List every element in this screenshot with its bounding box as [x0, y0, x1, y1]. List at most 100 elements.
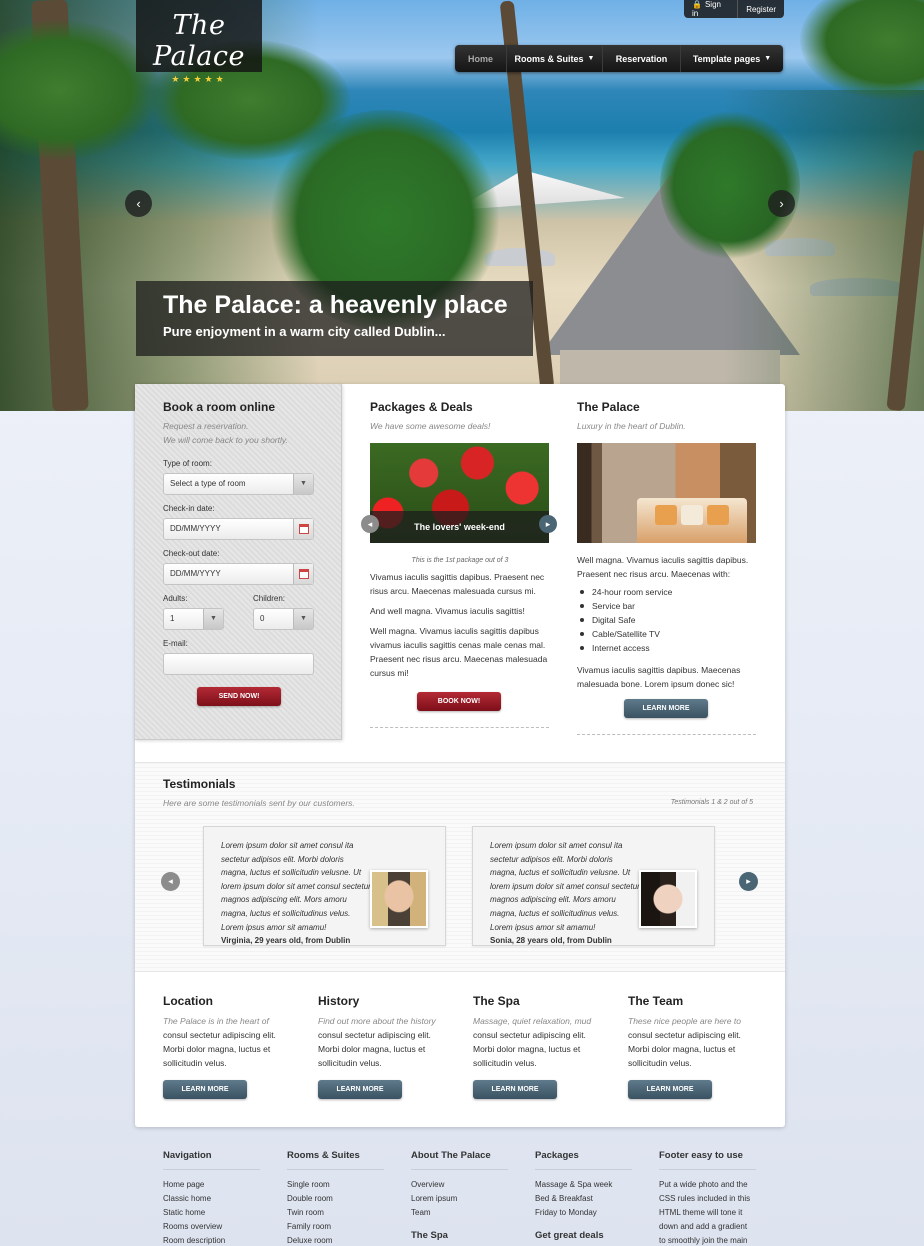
booking-subtitle-2: We will come back to you shortly. [163, 435, 288, 445]
list-item: Internet access [577, 641, 757, 655]
footer-link[interactable]: Static home [163, 1206, 260, 1220]
package-caption: The lovers' week-end [370, 511, 549, 543]
footer-link[interactable]: Home page [163, 1178, 260, 1192]
testimonial-text: Lorem ipsum dolor sit amet consul ita se… [490, 841, 640, 932]
nav-item-template-pages[interactable]: Template pages ▼ [681, 45, 783, 72]
adults-value: 1 [170, 614, 175, 623]
packages-paragraph-1: Vivamus iaculis sagittis dapibus. Praese… [370, 572, 545, 596]
divider [370, 727, 549, 728]
adults-select[interactable]: 1 ▼ [163, 608, 224, 630]
feature-body: consul sectetur adipiscing elit. Morbi d… [318, 1030, 431, 1068]
testimonial-card: Lorem ipsum dolor sit amet consul ita se… [203, 826, 446, 946]
testimonial-card: Lorem ipsum dolor sit amet consul ita se… [472, 826, 715, 946]
footer-heading: About The Palace [411, 1150, 508, 1170]
testimonial-prev-button[interactable]: ◂ [161, 872, 180, 891]
calendar-icon[interactable] [293, 519, 313, 539]
learn-more-button[interactable]: LEARN MORE [624, 699, 708, 718]
checkout-label: Check-out date: [163, 549, 220, 558]
nav-item-reservation[interactable]: Reservation [603, 45, 681, 72]
caret-down-icon: ▼ [587, 55, 595, 62]
footer-text-line: down and add a gradient [659, 1222, 748, 1231]
packages-section: Packages & Deals We have some awesome de… [370, 400, 550, 728]
amenity-label: Digital Safe [592, 615, 636, 625]
footer-link[interactable]: Friday to Monday [535, 1206, 632, 1220]
learn-more-button[interactable]: LEARN MORE [628, 1080, 712, 1099]
package-prev-button[interactable]: ◂ [361, 515, 379, 533]
send-now-button[interactable]: SEND NOW! [197, 687, 281, 706]
footer-link[interactable]: Team [411, 1206, 508, 1220]
footer-link[interactable]: Overview [411, 1178, 508, 1192]
testimonials-counter: Testimonials 1 & 2 out of 5 [670, 799, 753, 806]
email-label: E-mail: [163, 639, 188, 648]
adults-label: Adults: [163, 594, 188, 603]
feature-team: The Team These nice people are here to c… [628, 994, 758, 1099]
booking-subtitle-1: Request a reservation. [163, 421, 249, 431]
email-field[interactable] [163, 653, 314, 675]
checkout-date-input[interactable]: DD/MM/YYYY [163, 563, 314, 585]
learn-more-button[interactable]: LEARN MORE [473, 1080, 557, 1099]
feature-history: History Find out more about the history … [318, 994, 448, 1099]
register-link[interactable]: Register [738, 5, 784, 14]
learn-more-button[interactable]: LEARN MORE [163, 1080, 247, 1099]
calendar-icon[interactable] [293, 564, 313, 584]
nav-item-rooms-suites[interactable]: Rooms & Suites ▼ [507, 45, 603, 72]
footer-heading: Navigation [163, 1150, 260, 1170]
feature-title: Location [163, 994, 213, 1008]
footer-link[interactable]: Deluxe room [287, 1234, 384, 1246]
footer-link[interactable]: Room description [163, 1234, 260, 1246]
footer-column-rooms: Rooms & Suites Single room Double room T… [287, 1150, 384, 1246]
list-item: Digital Safe [577, 613, 757, 627]
package-counter: This is the 1st package out of 3 [411, 557, 509, 564]
testimonial-author: Virginia, 29 years old, from Dublin [221, 936, 351, 946]
checkin-date-input[interactable]: DD/MM/YYYY [163, 518, 314, 540]
footer-link[interactable]: Twin room [287, 1206, 384, 1220]
room-type-label: Type of room: [163, 459, 212, 468]
footer-subheading: Get great deals [535, 1230, 604, 1241]
amenity-label: Internet access [592, 643, 650, 653]
footer-link[interactable]: Rooms overview [163, 1220, 260, 1234]
footer-link[interactable]: Classic home [163, 1192, 260, 1206]
chevron-right-icon: › [779, 196, 784, 211]
pillow [707, 505, 729, 525]
footer-link[interactable]: Single room [287, 1178, 384, 1192]
footer-link[interactable]: Double room [287, 1192, 384, 1206]
packages-subtitle: We have some awesome deals! [370, 421, 491, 431]
site-logo[interactable]: The Palace ★★★★★ [136, 0, 262, 84]
sign-in-link[interactable]: 🔒 Sign in [684, 0, 737, 18]
testimonial-author: Sonia, 28 years old, from Dublin [490, 936, 612, 946]
children-select[interactable]: 0 ▼ [253, 608, 314, 630]
footer-column-navigation: Navigation Home page Classic home Static… [163, 1150, 260, 1246]
footer-subheading: The Spa [411, 1230, 448, 1241]
avatar [639, 870, 697, 928]
list-item: Cable/Satellite TV [577, 627, 757, 641]
caret-down-icon: ▼ [764, 55, 772, 62]
footer-link[interactable]: Massage & Spa week [535, 1178, 632, 1192]
testimonials-subtitle: Here are some testimonials sent by our c… [163, 798, 355, 808]
packages-title: Packages & Deals [370, 400, 473, 414]
slider-next-button[interactable]: › [768, 190, 795, 217]
book-now-button[interactable]: BOOK NOW! [417, 692, 501, 711]
hero-title: The Palace: a heavenly place [163, 291, 508, 319]
footer-link[interactable]: Family room [287, 1220, 384, 1234]
children-value: 0 [260, 614, 265, 623]
nav-item-home[interactable]: Home [455, 45, 507, 72]
feature-body: consul sectetur adipiscing elit. Morbi d… [628, 1030, 741, 1068]
testimonials-title: Testimonials [163, 777, 236, 791]
palace-outro: Vivamus iaculis sagittis dapibus. Maecen… [577, 665, 741, 689]
feature-title: History [318, 994, 360, 1008]
learn-more-button[interactable]: LEARN MORE [318, 1080, 402, 1099]
checkin-value: DD/MM/YYYY [170, 524, 221, 533]
package-next-button[interactable]: ▸ [539, 515, 557, 533]
slider-prev-button[interactable]: ‹ [125, 190, 152, 217]
room-type-select[interactable]: Select a type of room ▼ [163, 473, 314, 495]
footer-link[interactable]: Lorem ipsum [411, 1192, 508, 1206]
footer-link[interactable]: Bed & Breakfast [535, 1192, 632, 1206]
logo-stars: ★★★★★ [171, 74, 227, 84]
testimonials-section: Testimonials Here are some testimonials … [135, 762, 785, 972]
footer-heading: Footer easy to use [659, 1150, 756, 1170]
room-type-value: Select a type of room [170, 479, 246, 488]
testimonial-next-button[interactable]: ▸ [739, 872, 758, 891]
feature-body: consul sectetur adipiscing elit. Morbi d… [163, 1030, 276, 1068]
lock-icon: 🔒 [692, 0, 702, 9]
main-nav: Home Rooms & Suites ▼ Reservation Templat… [455, 45, 783, 72]
